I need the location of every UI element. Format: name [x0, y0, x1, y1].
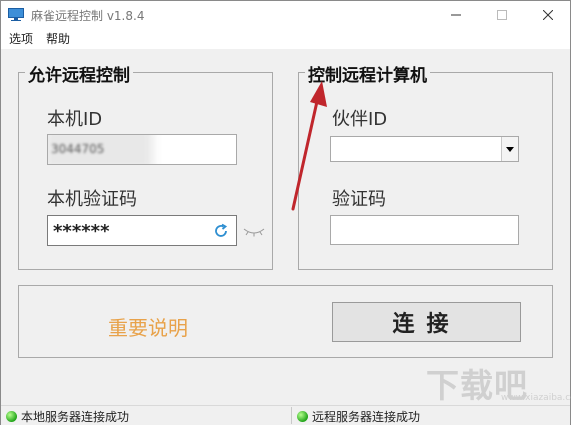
local-server-status: 本地服务器连接成功 [6, 408, 129, 425]
remote-server-status-text: 远程服务器连接成功 [312, 410, 421, 424]
remote-code-field[interactable] [330, 215, 519, 245]
app-monitor-icon [8, 8, 24, 21]
minimize-icon [451, 14, 461, 16]
partner-id-combobox[interactable] [330, 136, 519, 162]
local-code-value: ****** [53, 221, 110, 242]
allow-remote-title: 允许远程控制 [25, 61, 133, 86]
remote-code-label: 验证码 [332, 189, 386, 210]
maximize-icon [497, 10, 507, 20]
local-id-label: 本机ID [47, 109, 103, 130]
app-window: 麻雀远程控制 v1.8.4 选项 帮助 允许远程控制 本机ID 3044705 … [0, 0, 571, 425]
local-id-value: 3044705 [51, 142, 105, 156]
menu-help[interactable]: 帮助 [46, 30, 70, 47]
annotation-arrow-icon [291, 81, 327, 211]
refresh-icon[interactable] [213, 223, 229, 239]
show-password-eye-icon[interactable] [243, 225, 265, 237]
menu-bar: 选项 帮助 [1, 29, 570, 49]
local-code-field[interactable]: ****** [47, 215, 237, 246]
connect-button[interactable]: 连接 [332, 302, 521, 342]
local-code-label: 本机验证码 [47, 189, 137, 210]
maximize-button [479, 1, 525, 29]
status-led-icon [6, 411, 17, 422]
partner-id-label: 伙伴ID [332, 109, 388, 130]
close-icon [543, 10, 553, 20]
status-led-icon [297, 411, 308, 422]
window-title: 麻雀远程控制 v1.8.4 [31, 9, 145, 23]
important-notes-link[interactable]: 重要说明 [108, 312, 188, 341]
local-server-status-text: 本地服务器连接成功 [21, 410, 130, 424]
minimize-button[interactable] [433, 1, 479, 29]
local-id-field[interactable]: 3044705 [47, 134, 237, 165]
title-bar[interactable]: 麻雀远程控制 v1.8.4 [1, 1, 570, 29]
watermark-url: www.xiazaiba.com [501, 393, 571, 403]
close-button[interactable] [525, 1, 571, 29]
remote-server-status: 远程服务器连接成功 [297, 408, 420, 425]
status-divider [291, 407, 292, 424]
status-bar: 本地服务器连接成功 远程服务器连接成功 [1, 405, 570, 425]
menu-options[interactable]: 选项 [9, 30, 33, 47]
chevron-down-icon[interactable] [501, 137, 518, 161]
